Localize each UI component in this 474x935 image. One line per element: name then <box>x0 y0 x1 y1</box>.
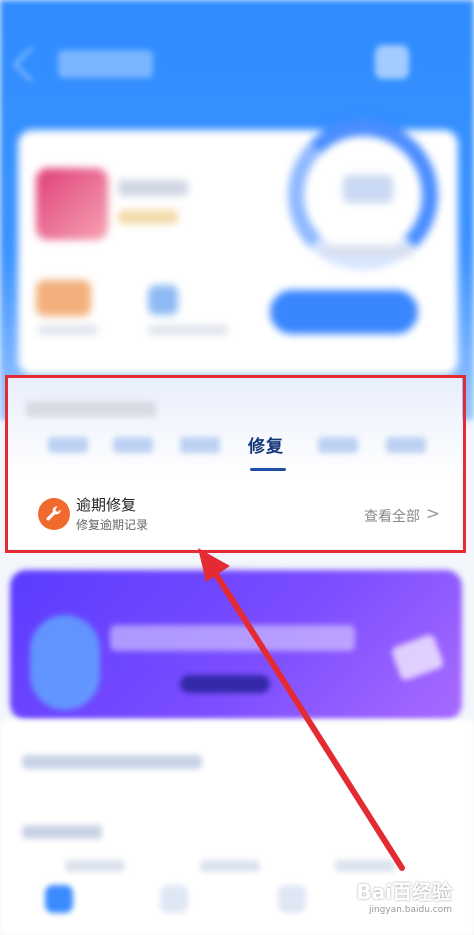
primary-action-button[interactable] <box>270 290 418 334</box>
watermark: Bai百经验 jingyan.baidu.com <box>356 876 452 915</box>
banner-button-blurred[interactable] <box>180 675 270 693</box>
back-arrow-icon[interactable] <box>12 46 49 83</box>
section-title-blurred <box>26 401 156 417</box>
user-tag-blurred <box>118 210 178 224</box>
tab-blurred-1[interactable] <box>48 437 88 453</box>
tab-blurred-4[interactable] <box>318 437 358 453</box>
banner-card-graphic <box>390 633 445 682</box>
section-heading-blurred <box>22 825 102 839</box>
tab-blurred-3[interactable] <box>180 437 220 453</box>
repair-section-bg <box>8 377 462 477</box>
tab-blurred-2[interactable] <box>113 437 153 453</box>
view-all-link[interactable]: 查看全部 <box>364 506 420 526</box>
promo-banner[interactable] <box>10 570 462 720</box>
chevron-right-icon[interactable]: > <box>426 504 440 524</box>
banner-text-blurred <box>110 625 355 651</box>
header-title-blurred <box>58 50 153 78</box>
banner-figure <box>30 615 100 710</box>
user-name-blurred <box>118 180 188 196</box>
shortcut-icon-1[interactable] <box>36 280 91 316</box>
credit-info-card <box>18 120 458 375</box>
tab-blurred-5[interactable] <box>386 437 426 453</box>
item-label-blurred-1 <box>65 860 125 872</box>
tab-repair[interactable]: 修复 <box>248 432 284 457</box>
watermark-subtitle: jingyan.baidu.com <box>368 905 452 915</box>
header-action-icon[interactable] <box>375 45 409 79</box>
watermark-title: Bai百经验 <box>356 880 452 904</box>
item-label-blurred-3 <box>335 860 395 872</box>
score-value-blurred <box>343 175 393 203</box>
score-caption-blurred <box>323 245 413 257</box>
overdue-repair-item[interactable]: 逾期修复 修复逾期记录 查看全部 > <box>32 494 444 538</box>
bottom-nav-home-icon[interactable] <box>45 885 73 913</box>
bottom-nav-item-3-icon[interactable] <box>278 885 306 913</box>
repair-item-subtitle: 修复逾期记录 <box>76 518 149 532</box>
repair-section: 修复 逾期修复 修复逾期记录 查看全部 > <box>8 377 462 549</box>
notice-text-blurred <box>22 755 202 769</box>
shortcut-label-2-blurred <box>148 325 228 335</box>
tab-active-indicator <box>250 468 286 471</box>
repair-item-title: 逾期修复 <box>76 496 137 514</box>
wrench-icon <box>38 498 70 530</box>
avatar <box>36 168 108 240</box>
shortcut-label-1-blurred <box>38 325 98 335</box>
bottom-nav-item-2-icon[interactable] <box>160 885 188 913</box>
shortcut-icon-2[interactable] <box>148 285 178 315</box>
item-label-blurred-2 <box>200 860 260 872</box>
